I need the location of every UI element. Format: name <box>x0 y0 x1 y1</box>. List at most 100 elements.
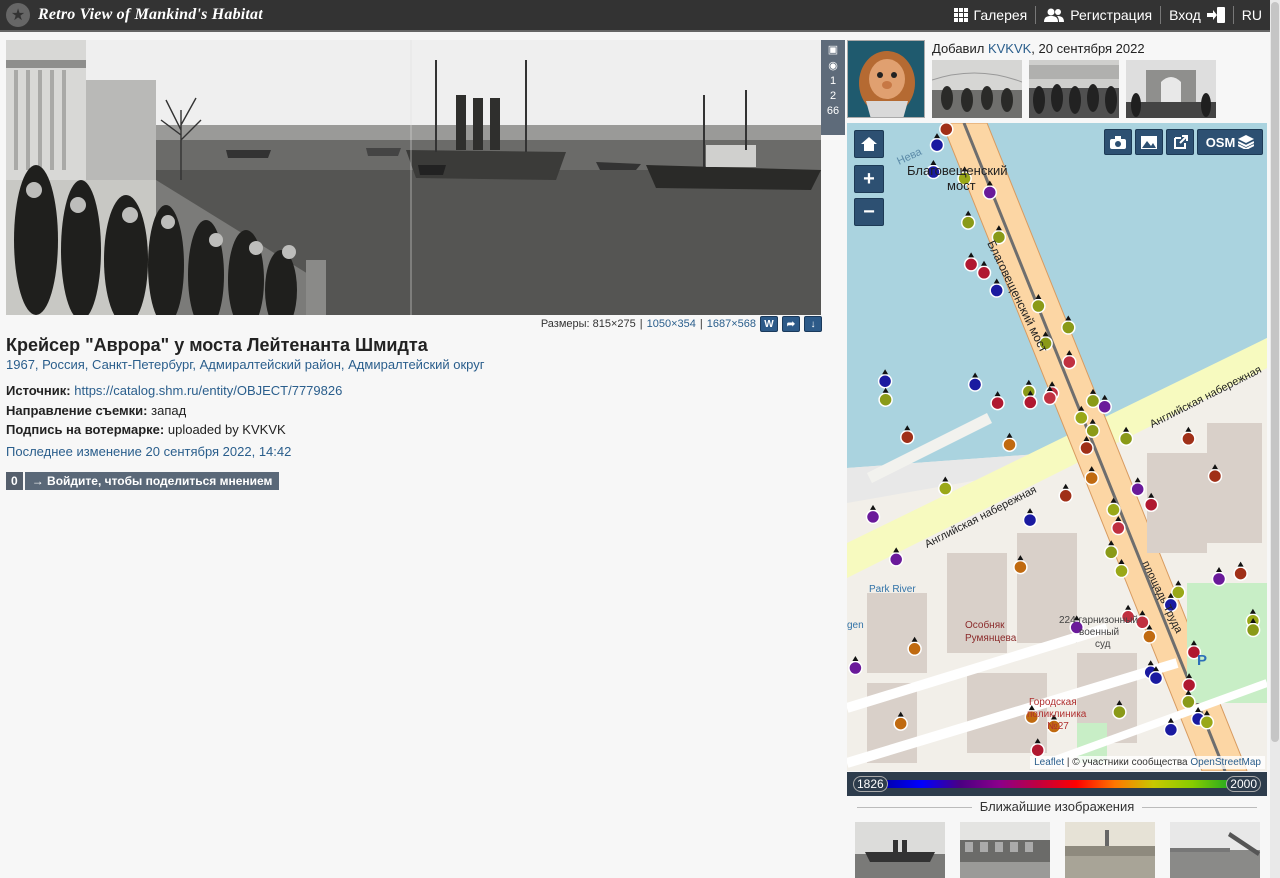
map-photo-marker[interactable] <box>976 265 992 281</box>
map-photo-marker[interactable] <box>990 395 1005 411</box>
map-photo-marker[interactable] <box>1042 390 1058 406</box>
uploader-link[interactable]: KVKVK <box>988 41 1031 56</box>
map-photo-marker[interactable] <box>1106 502 1121 517</box>
page-scrollbar[interactable] <box>1270 0 1280 878</box>
comments-count[interactable]: 0 <box>6 472 23 490</box>
uploader-thumbnail[interactable] <box>932 60 1022 118</box>
map-photo-marker[interactable] <box>1022 512 1038 528</box>
year-start-handle[interactable]: 1826 <box>853 776 888 792</box>
map-photo-marker[interactable] <box>1130 481 1145 497</box>
city-link[interactable]: Санкт-Петербург <box>92 357 192 372</box>
source-link[interactable]: https://catalog.shm.ru/entity/OBJECT/777… <box>74 383 342 398</box>
map-photo-marker[interactable] <box>900 429 915 445</box>
map-photo-marker[interactable] <box>1181 694 1196 710</box>
map-home-button[interactable] <box>854 130 884 158</box>
map-photo-marker[interactable] <box>888 552 904 567</box>
map-photo-marker[interactable] <box>1111 520 1126 536</box>
map-photo-marker[interactable] <box>1103 545 1119 560</box>
map-photo-marker[interactable] <box>1079 440 1094 456</box>
map-photo-marker[interactable] <box>1163 722 1179 738</box>
leaflet-link[interactable]: Leaflet <box>1034 757 1064 768</box>
map-photo-marker[interactable] <box>1084 470 1099 486</box>
nearby-thumbnail[interactable] <box>1065 822 1155 878</box>
main-photo[interactable] <box>6 40 821 315</box>
map-photo-marker[interactable] <box>938 481 953 496</box>
map-share-button[interactable] <box>1166 129 1194 155</box>
map-photos-button[interactable] <box>1104 129 1132 155</box>
map-photo-marker[interactable] <box>967 377 983 392</box>
login-to-comment-button[interactable]: →︎ Войдите, чтобы поделиться мнением <box>24 472 280 490</box>
map-photo-marker[interactable] <box>989 283 1004 298</box>
map-photo-marker[interactable] <box>1181 677 1197 693</box>
map-photo-marker[interactable] <box>939 123 954 137</box>
nav-register[interactable]: Регистрация <box>1036 0 1160 30</box>
map-photo-marker[interactable] <box>982 185 998 200</box>
map-canvas[interactable]: Благовещенский мост Нева Благовещенский … <box>847 123 1267 771</box>
district-link[interactable]: Адмиралтейский район <box>200 357 341 372</box>
map-photo-marker[interactable] <box>1062 354 1077 370</box>
map-photo-marker[interactable] <box>1085 423 1100 438</box>
map-photo-marker[interactable] <box>1143 497 1159 512</box>
map-photo-marker[interactable] <box>1112 704 1127 720</box>
map-photo-marker[interactable] <box>878 392 893 407</box>
okrug-link[interactable]: Адмиралтейский округ <box>348 357 484 372</box>
zoom-out-button[interactable]: − <box>854 198 884 226</box>
country-link[interactable]: Россия <box>42 357 85 372</box>
map-photo-marker[interactable] <box>1118 431 1134 446</box>
map-photo-marker[interactable] <box>1142 629 1157 644</box>
map-photo-marker[interactable] <box>1114 563 1129 579</box>
map-photo-marker[interactable] <box>1031 298 1046 314</box>
year-end-handle[interactable]: 2000 <box>1226 776 1261 792</box>
year-link[interactable]: 1967 <box>6 357 35 372</box>
map-photo-marker[interactable] <box>1002 437 1017 452</box>
map-photo-marker[interactable] <box>1207 468 1223 484</box>
map-photo-marker[interactable] <box>1058 488 1073 504</box>
map-photo-marker[interactable] <box>1148 670 1164 686</box>
uploader-thumbnail[interactable] <box>1126 60 1216 118</box>
map-photo-marker[interactable] <box>1023 395 1038 410</box>
uploader-thumbnail[interactable] <box>1029 60 1119 118</box>
zoom-in-button[interactable]: + <box>854 165 884 193</box>
map-photo-marker[interactable] <box>907 641 922 657</box>
size-link-medium[interactable]: 1050×354 <box>647 318 696 330</box>
site-logo-text[interactable]: Retro View of Mankind's Habitat <box>38 6 263 24</box>
location-map[interactable]: Благовещенский мост Нева Благовещенский … <box>847 123 1267 771</box>
nav-login[interactable]: Вход <box>1161 0 1233 30</box>
year-range-slider[interactable]: 1826 2000 <box>847 772 1267 796</box>
map-photo-marker[interactable] <box>877 373 893 389</box>
map-photo-marker[interactable] <box>865 509 881 525</box>
map-photo-marker[interactable] <box>893 716 908 731</box>
map-photo-marker[interactable] <box>929 137 945 153</box>
watermark-toggle-button[interactable]: W <box>760 316 778 332</box>
uploader-avatar[interactable] <box>847 40 925 118</box>
map-photo-marker[interactable] <box>1030 742 1045 758</box>
map-photo-marker[interactable] <box>1245 622 1261 638</box>
share-icon[interactable]: ➦ <box>782 316 800 332</box>
map-photo-marker[interactable] <box>963 257 979 272</box>
map-photo-marker[interactable] <box>1013 559 1028 575</box>
map-photo-marker[interactable] <box>1181 431 1196 447</box>
nearby-thumbnail[interactable] <box>855 822 945 878</box>
map-paintings-button[interactable] <box>1135 129 1163 155</box>
star-logo-icon[interactable]: ★ <box>6 3 30 27</box>
nearby-thumbnail[interactable] <box>1170 822 1260 878</box>
map-photo-marker[interactable] <box>1211 571 1227 587</box>
osm-link[interactable]: OpenStreetMap <box>1190 757 1261 768</box>
map-photo-marker[interactable] <box>1085 393 1101 409</box>
scrollbar-thumb[interactable] <box>1271 2 1279 742</box>
map-photo-marker[interactable] <box>1171 585 1186 600</box>
nav-gallery[interactable]: Галерея <box>946 0 1036 30</box>
map-photo-marker[interactable] <box>1097 399 1112 414</box>
download-icon[interactable]: ↓ <box>804 316 822 332</box>
map-photo-marker[interactable] <box>1061 320 1076 335</box>
map-photo-marker[interactable] <box>1233 566 1248 581</box>
map-photo-marker[interactable] <box>1199 715 1215 730</box>
size-link-large[interactable]: 1687×568 <box>707 318 756 330</box>
language-switch[interactable]: RU <box>1234 0 1270 30</box>
last-modified-link[interactable]: Последнее изменение 20 сентября 2022, 14… <box>6 444 291 459</box>
map-photo-marker[interactable] <box>1074 410 1089 426</box>
map-photo-marker[interactable] <box>848 660 863 676</box>
nearby-thumbnail[interactable] <box>960 822 1050 878</box>
map-photo-marker[interactable] <box>960 215 976 230</box>
map-layer-switch[interactable]: OSM <box>1197 129 1263 155</box>
